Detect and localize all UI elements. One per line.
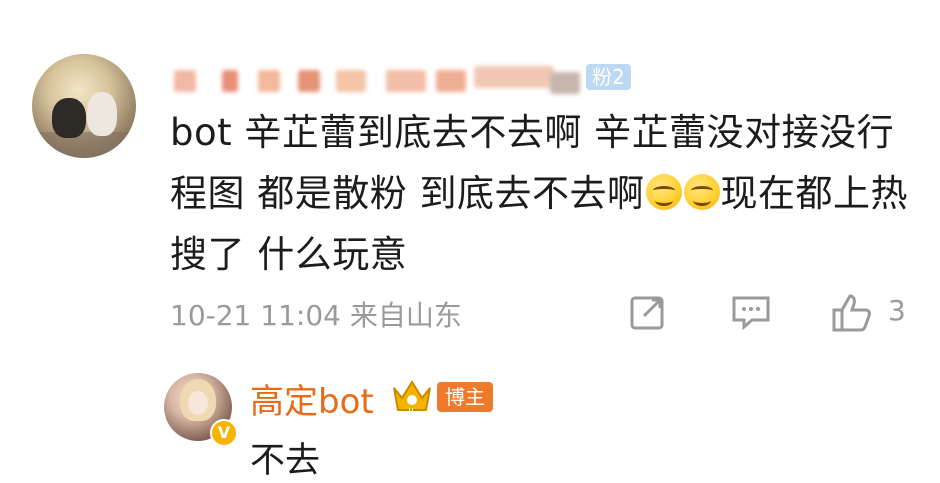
avatar-dog-dark [52,98,86,138]
comment-icon[interactable] [730,292,772,336]
grin-emoji [645,174,682,210]
comment-meta: 10-21 11:04 来自山东 [170,299,462,332]
host-badge: 博主 [437,382,493,412]
avatar-face [188,391,208,415]
watermark [790,452,940,474]
like-count: 3 [888,294,906,327]
fans-badge: 粉2 [586,64,631,90]
avatar-ground [32,132,136,158]
reply-username[interactable]: 高定bot [250,374,374,423]
crown-icon: II [390,376,434,418]
reply-text: 不去 [250,441,321,481]
avatar-dog-light [87,92,117,136]
verified-v-icon: V [210,419,238,447]
commenter-username-blurred[interactable] [174,60,624,98]
comment-text: bot 辛芷蕾到底去不去啊 辛芷蕾没对接没行程图 都是散粉 到底去不去啊 现在都上… [170,102,920,285]
svg-text:II: II [408,407,414,416]
commenter-avatar[interactable] [32,54,136,158]
share-icon[interactable] [628,292,668,336]
thumbs-up-icon[interactable] [830,292,874,338]
grin-emoji [683,174,720,210]
